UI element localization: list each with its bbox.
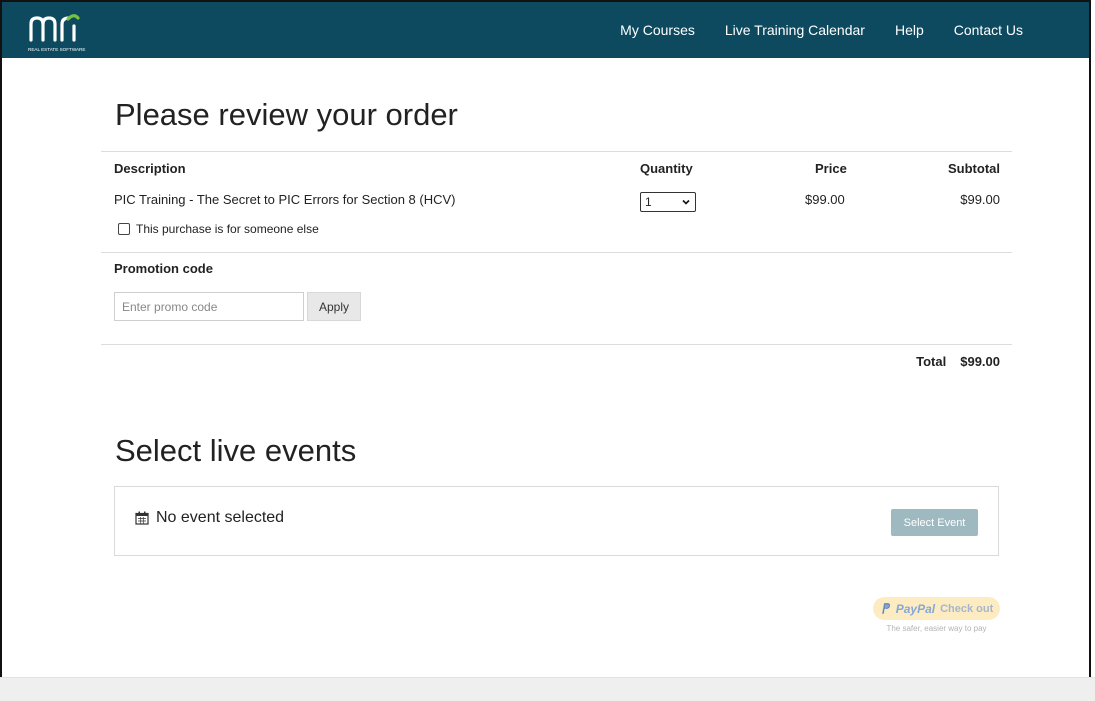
item-price: $99.00 [805,192,845,207]
divider [101,252,1012,253]
order-total: Total $99.00 [916,354,1000,369]
divider [101,344,1012,345]
promo-code-input[interactable]: Enter promo code [114,292,304,321]
footer-bar [0,677,1095,701]
paypal-tagline: The safer, easier way to pay [886,624,987,633]
quantity-value: 1 [645,195,652,209]
order-title: Please review your order [115,97,458,132]
paypal-check-out-label: Check out [940,602,994,615]
nav-contact-us[interactable]: Contact Us [954,22,1023,38]
event-panel: No event selected Select Event [114,486,999,556]
no-event-text: No event selected [156,509,285,526]
someone-else-option: This purchase is for someone else [118,222,319,236]
logo-subtext: REAL ESTATE SOFTWARE [28,47,85,52]
column-header-subtotal: Subtotal [948,161,1000,176]
item-subtotal: $99.00 [960,192,1000,207]
quantity-select[interactable]: 1 [640,192,696,212]
nav-live-training-calendar[interactable]: Live Training Calendar [725,22,865,38]
select-event-button[interactable]: Select Event [891,509,978,536]
events-title: Select live events [115,433,357,468]
apply-button[interactable]: Apply [307,292,361,321]
paypal-checkout-button[interactable]: PayPal Check out [873,597,1000,620]
column-header-price: Price [815,161,847,176]
column-header-description: Description [114,161,186,176]
nav-help[interactable]: Help [895,22,924,38]
total-label: Total [916,354,947,369]
paypal-icon [881,603,890,614]
main-nav: My Courses Live Training Calendar Help C… [620,2,1023,58]
chevron-down-icon [682,199,690,205]
column-header-quantity: Quantity [640,161,693,176]
top-navbar: REAL ESTATE SOFTWARE My Courses Live Tra… [2,2,1089,58]
item-description: PIC Training - The Secret to PIC Errors … [114,192,456,207]
divider [101,151,1012,152]
promo-placeholder: Enter promo code [122,299,218,314]
nav-my-courses[interactable]: My Courses [620,22,695,38]
mri-logo-mark: REAL ESTATE SOFTWARE [28,14,85,52]
mri-logo[interactable]: REAL ESTATE SOFTWARE [28,10,98,54]
calendar-icon [135,511,149,525]
someone-else-label: This purchase is for someone else [136,222,319,236]
paypal-wordmark: PayPal [895,601,936,616]
promo-label: Promotion code [114,261,213,276]
total-value: $99.00 [960,354,1000,369]
someone-else-checkbox[interactable] [118,223,130,235]
